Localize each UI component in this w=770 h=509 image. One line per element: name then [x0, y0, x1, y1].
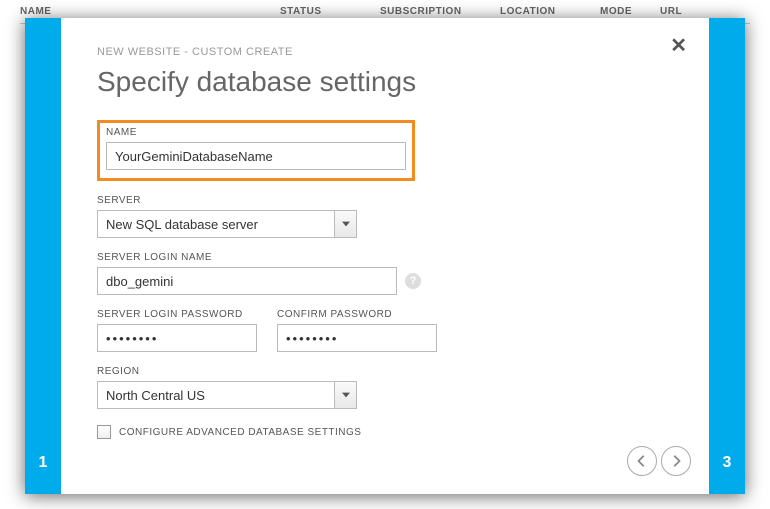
- chevron-down-icon[interactable]: [334, 211, 356, 237]
- password-label: SERVER LOGIN PASSWORD: [97, 309, 257, 320]
- confirm-password-input[interactable]: [277, 324, 437, 352]
- region-label: REGION: [97, 366, 669, 377]
- name-label: NAME: [106, 127, 406, 138]
- advanced-settings-row[interactable]: CONFIGURE ADVANCED DATABASE SETTINGS: [97, 425, 669, 439]
- col-name: NAME: [20, 6, 280, 17]
- server-value[interactable]: [97, 210, 357, 238]
- region-value[interactable]: [97, 381, 357, 409]
- server-login-input[interactable]: [97, 267, 397, 295]
- server-label: SERVER: [97, 195, 669, 206]
- region-field: REGION: [97, 366, 669, 409]
- step-number: 3: [723, 454, 732, 472]
- wizard-nav: [627, 446, 691, 476]
- col-status: STATUS: [280, 6, 380, 17]
- database-name-input[interactable]: [106, 142, 406, 170]
- region-select[interactable]: [97, 381, 357, 409]
- password-field: SERVER LOGIN PASSWORD: [97, 309, 257, 352]
- breadcrumb: NEW WEBSITE - CUSTOM CREATE: [97, 46, 669, 58]
- advanced-checkbox[interactable]: [97, 425, 111, 439]
- col-location: LOCATION: [500, 6, 600, 17]
- back-button[interactable]: [627, 446, 657, 476]
- page-title: Specify database settings: [97, 66, 669, 98]
- arrow-left-icon: [635, 454, 649, 468]
- server-field: SERVER: [97, 195, 669, 238]
- login-label: SERVER LOGIN NAME: [97, 252, 669, 263]
- close-button[interactable]: ✕: [670, 36, 687, 56]
- close-icon: ✕: [670, 35, 687, 57]
- chevron-down-icon[interactable]: [334, 382, 356, 408]
- step-number: 1: [39, 454, 48, 472]
- step-indicator-left: 1: [25, 18, 61, 494]
- wizard-dialog: 1 ✕ NEW WEBSITE - CUSTOM CREATE Specify …: [25, 18, 745, 494]
- col-url: URL: [660, 6, 720, 17]
- next-button[interactable]: [661, 446, 691, 476]
- arrow-right-icon: [669, 454, 683, 468]
- confirm-password-field: CONFIRM PASSWORD: [277, 309, 437, 352]
- confirm-password-label: CONFIRM PASSWORD: [277, 309, 437, 320]
- name-highlight: NAME: [97, 120, 415, 181]
- help-icon[interactable]: ?: [405, 273, 421, 289]
- password-input[interactable]: [97, 324, 257, 352]
- advanced-label: CONFIGURE ADVANCED DATABASE SETTINGS: [119, 427, 361, 438]
- step-indicator-right: 3: [709, 18, 745, 494]
- login-field: SERVER LOGIN NAME ?: [97, 252, 669, 295]
- col-subscription: SUBSCRIPTION: [380, 6, 500, 17]
- server-select[interactable]: [97, 210, 357, 238]
- col-mode: MODE: [600, 6, 660, 17]
- dialog-body: ✕ NEW WEBSITE - CUSTOM CREATE Specify da…: [61, 18, 709, 494]
- password-row: SERVER LOGIN PASSWORD CONFIRM PASSWORD: [97, 309, 669, 352]
